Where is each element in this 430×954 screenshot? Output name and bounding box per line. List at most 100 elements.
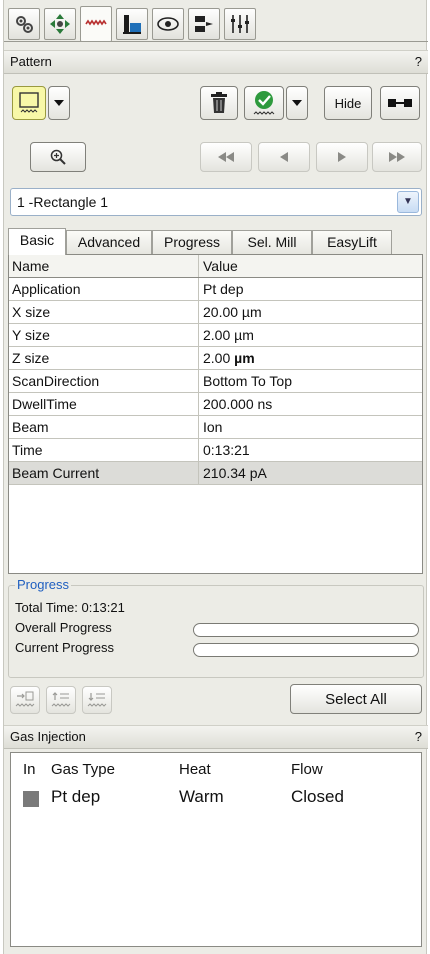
column-heat: Heat xyxy=(179,761,211,778)
column-gas-type: Gas Type xyxy=(51,761,115,778)
overall-progress-bar xyxy=(193,623,419,637)
delete-pattern-button[interactable] xyxy=(200,86,238,120)
chevron-down-icon xyxy=(54,100,64,106)
property-value[interactable]: 2.00 µm xyxy=(200,324,254,346)
navigation-icon[interactable] xyxy=(188,8,220,40)
current-progress-bar xyxy=(193,643,419,657)
first-pattern-button[interactable] xyxy=(200,142,252,172)
property-name: Z size xyxy=(9,347,199,369)
pattern-icon[interactable] xyxy=(80,6,112,42)
top-toolbar xyxy=(4,6,428,42)
apply-pattern-button[interactable] xyxy=(244,86,284,120)
trash-icon xyxy=(211,92,227,113)
rectangle-pattern-button[interactable] xyxy=(12,86,46,120)
table-row[interactable]: Application Pt dep xyxy=(9,278,422,301)
grid-header: Name Value xyxy=(9,255,422,278)
gas-help-icon[interactable]: ? xyxy=(415,726,422,748)
gas-heat-value[interactable]: Warm xyxy=(179,787,224,807)
pattern-title: Pattern xyxy=(10,54,52,69)
property-value[interactable]: 2.00 µm xyxy=(200,347,255,369)
table-row[interactable]: Z size 2.00 µm xyxy=(9,347,422,370)
property-value[interactable]: Ion xyxy=(200,416,222,438)
overall-progress-label: Overall Progress xyxy=(15,620,112,635)
move-up-button[interactable] xyxy=(46,686,76,714)
column-name[interactable]: Name xyxy=(9,255,199,277)
tab-basic[interactable]: Basic xyxy=(8,228,66,255)
select-all-button[interactable]: Select All xyxy=(290,684,422,714)
table-row[interactable]: DwellTime 200.000 ns xyxy=(9,393,422,416)
property-name: Application xyxy=(9,278,199,300)
property-value-number: 2.00 xyxy=(203,350,231,366)
side-panel: Pattern ? Hide 1 -Rectangle 1 ▼ Basic Ad… xyxy=(3,0,428,954)
double-right-icon xyxy=(389,152,405,162)
current-progress-label: Current Progress xyxy=(15,640,114,655)
toolbar-divider xyxy=(4,41,428,42)
column-flow: Flow xyxy=(291,761,323,778)
total-time-value: 0:13:21 xyxy=(81,600,125,615)
property-value-unit: µm xyxy=(234,350,255,366)
property-name: Y size xyxy=(9,324,199,346)
last-pattern-button[interactable] xyxy=(372,142,422,172)
gas-injection-title: Gas Injection xyxy=(10,729,86,744)
progress-title: Progress xyxy=(15,577,72,592)
settings-icon[interactable] xyxy=(8,8,40,40)
link-icon xyxy=(388,99,412,107)
property-value[interactable]: 200.000 ns xyxy=(200,393,272,415)
tab-progress[interactable]: Progress xyxy=(152,230,232,254)
property-name: Beam xyxy=(9,416,199,438)
column-in: In xyxy=(23,761,36,778)
property-name: ScanDirection xyxy=(9,370,199,392)
gas-injection-header: Gas Injection ? xyxy=(4,725,428,749)
property-name: DwellTime xyxy=(9,393,199,415)
import-button[interactable] xyxy=(10,686,40,714)
zoom-button[interactable] xyxy=(30,142,86,172)
double-left-icon xyxy=(218,152,234,162)
table-row-selected[interactable]: Beam Current 210.34 pA xyxy=(9,462,422,485)
property-name: X size xyxy=(9,301,199,323)
gas-inserted-indicator[interactable] xyxy=(23,791,39,807)
pattern-select[interactable]: 1 -Rectangle 1 ▼ xyxy=(10,188,422,216)
table-row[interactable]: Time 0:13:21 xyxy=(9,439,422,462)
pattern-type-dropdown[interactable] xyxy=(48,86,70,120)
pattern-help-icon[interactable]: ? xyxy=(415,51,422,73)
chevron-down-icon[interactable]: ▼ xyxy=(397,191,419,213)
property-name: Time xyxy=(9,439,199,461)
total-time-label: Total Time: xyxy=(15,600,78,615)
property-value[interactable]: 0:13:21 xyxy=(200,439,250,461)
view-icon[interactable] xyxy=(152,8,184,40)
pattern-header: Pattern ? xyxy=(4,50,428,74)
table-row[interactable]: Y size 2.00 µm xyxy=(9,324,422,347)
next-pattern-button[interactable] xyxy=(316,142,368,172)
table-row[interactable]: X size 20.00 µm xyxy=(9,301,422,324)
left-arrow-icon xyxy=(280,152,288,162)
property-value[interactable]: 20.00 µm xyxy=(200,301,262,323)
check-pattern-icon xyxy=(253,91,275,115)
detectors-icon[interactable] xyxy=(224,8,256,40)
previous-pattern-button[interactable] xyxy=(258,142,310,172)
gas-flow-value[interactable]: Closed xyxy=(291,787,344,807)
hide-button[interactable]: Hide xyxy=(324,86,372,120)
property-value[interactable]: Pt dep xyxy=(200,278,243,300)
move-down-button[interactable] xyxy=(82,686,112,714)
property-value[interactable]: Bottom To Top xyxy=(200,370,292,392)
tab-advanced[interactable]: Advanced xyxy=(66,230,152,254)
right-arrow-icon xyxy=(338,152,346,162)
apply-options-dropdown[interactable] xyxy=(286,86,308,120)
move-up-icon xyxy=(51,692,71,707)
table-row[interactable]: Beam Ion xyxy=(9,416,422,439)
tab-easylift[interactable]: EasyLift xyxy=(312,230,392,254)
pattern-tabs: Basic Advanced Progress Sel. Mill EasyLi… xyxy=(8,228,424,255)
move-down-icon xyxy=(87,693,107,707)
tab-sel-mill[interactable]: Sel. Mill xyxy=(232,230,312,254)
property-value[interactable]: 210.34 pA xyxy=(200,462,267,484)
import-icon xyxy=(15,691,35,707)
gas-type-value[interactable]: Pt dep xyxy=(51,787,100,807)
rectangle-pattern-icon xyxy=(19,92,39,113)
progress-group: Progress Total Time: 0:13:21 Overall Pro… xyxy=(8,577,424,678)
magnifier-plus-icon xyxy=(50,149,66,165)
column-value[interactable]: Value xyxy=(200,255,238,277)
alignment-icon[interactable] xyxy=(116,8,148,40)
move-icon[interactable] xyxy=(44,8,76,40)
link-button[interactable] xyxy=(380,86,420,120)
table-row[interactable]: ScanDirection Bottom To Top xyxy=(9,370,422,393)
